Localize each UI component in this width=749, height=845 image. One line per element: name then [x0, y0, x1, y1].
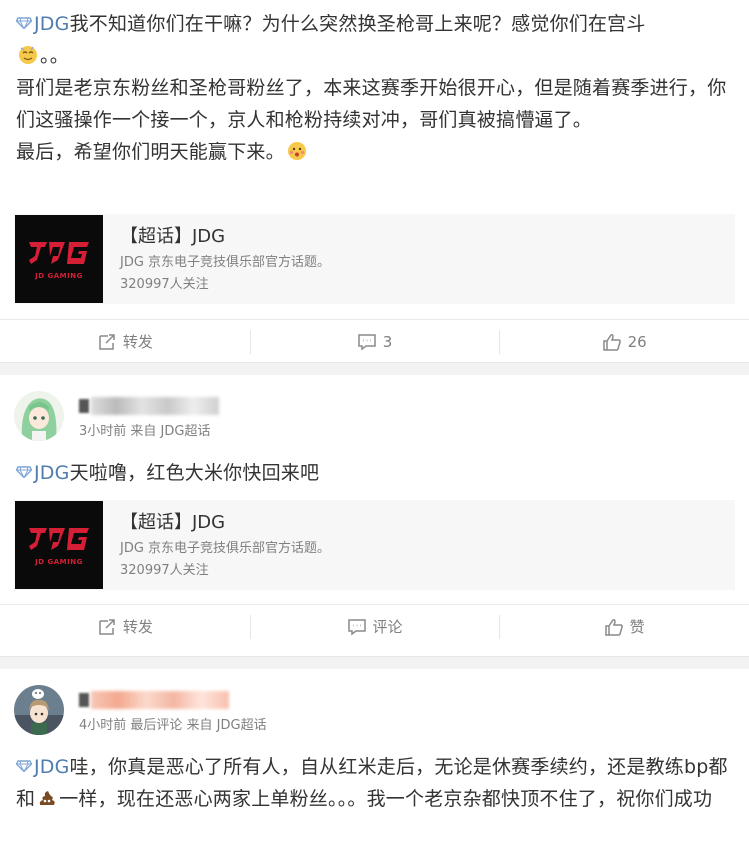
like-button[interactable]: 赞: [499, 605, 749, 648]
poop-emoji-icon: [40, 791, 55, 805]
thumbs-up-icon: [602, 333, 621, 351]
shy-face-emoji-icon: [287, 142, 306, 160]
weibo-post: JDG我不知道你们在干嘛？为什么突然换圣枪哥上来呢？感觉你们在宫斗 。。 哥们是…: [0, 0, 749, 363]
topic-card[interactable]: JD GAMING 【超话】JDG JDG 京东电子竞技俱乐部官方话题。 320…: [14, 214, 735, 304]
repost-label: 转发: [122, 618, 153, 636]
diamond-icon: [16, 17, 32, 29]
anime-boy-avatar-icon: [14, 685, 64, 735]
weibo-post: 3小时前 来自 JDG超话 JDG天啦噜，红色大米你快回来吧 JD GAMING…: [0, 375, 749, 657]
repost-icon: [99, 618, 115, 635]
repost-label: 转发: [122, 333, 153, 351]
comment-icon: [347, 618, 366, 635]
topic-link[interactable]: JDG: [16, 756, 70, 778]
blur-mask: [91, 691, 229, 709]
topic-tag: JDG: [34, 13, 70, 35]
like-label: 赞: [629, 618, 645, 636]
comment-label: 评论: [372, 618, 403, 636]
logo-caption: JD GAMING: [35, 272, 83, 280]
text-line: 一样，现在还恶心两家上单粉丝。。。我一个老京杂都快顶不住了，祝你们成功: [59, 788, 713, 810]
text-paragraph: 最后，希望你们明天能赢下来。: [16, 141, 285, 163]
blur-mask: [79, 693, 89, 707]
action-bar: 转发 3 26: [0, 319, 749, 363]
jdg-logo-icon: [29, 528, 89, 550]
diamond-icon: [16, 760, 32, 772]
post-text: JDG我不知道你们在干嘛？为什么突然换圣枪哥上来呢？感觉你们在宫斗 。。 哥们是…: [0, 8, 749, 168]
topic-link[interactable]: JDG: [16, 462, 70, 484]
comment-icon: [357, 333, 376, 350]
text-paragraph: 哥们是老京东粉丝和圣枪哥粉丝了，本来这赛季开始很开心，但是随着赛季进行，你们这骚…: [16, 77, 727, 131]
topic-card-title: 【超话】JDG: [120, 512, 226, 533]
text-line: 。。: [40, 45, 69, 67]
topic-card[interactable]: JD GAMING 【超话】JDG JDG 京东电子竞技俱乐部官方话题。 320…: [14, 500, 735, 590]
comment-count: 3: [382, 332, 393, 351]
blur-mask: [79, 399, 89, 413]
topic-link[interactable]: JDG: [16, 13, 70, 35]
topic-tag: JDG: [34, 462, 70, 484]
repost-button[interactable]: 转发: [0, 320, 250, 363]
comment-button[interactable]: 评论: [249, 605, 500, 648]
text-line: 天啦噜，红色大米你快回来吧: [69, 462, 320, 484]
avatar[interactable]: [14, 685, 64, 735]
like-count: 26: [627, 332, 647, 351]
text-line: 我不知道你们在干嘛？为什么突然换圣枪哥上来呢？感觉你们在宫斗: [69, 13, 646, 35]
jdg-logo: JD GAMING: [15, 501, 103, 589]
anime-girl-avatar-icon: [14, 391, 64, 441]
weibo-post: 4小时前 最后评论 来自 JDG超话 JDG哇，你真是恶心了所有人，自从红米走后…: [0, 669, 749, 845]
topic-card-followers: 320997人关注: [120, 277, 209, 292]
action-bar: 转发 评论 赞: [0, 604, 749, 648]
repost-button[interactable]: 转发: [0, 605, 250, 648]
topic-tag: JDG: [34, 756, 70, 778]
separator: [0, 657, 749, 669]
like-button[interactable]: 26: [499, 320, 749, 363]
post-meta: 3小时前 来自 JDG超话: [79, 424, 211, 439]
separator: [0, 363, 749, 375]
blur-mask: [91, 397, 219, 415]
jdg-logo-icon: [29, 242, 89, 264]
topic-card-desc: JDG 京东电子竞技俱乐部官方话题。: [120, 255, 331, 270]
diamond-icon: [16, 466, 32, 478]
topic-card-title: 【超话】JDG: [120, 226, 226, 247]
post-meta: 4小时前 最后评论 来自 JDG超话: [79, 718, 267, 733]
topic-card-followers: 320997人关注: [120, 563, 209, 578]
logo-caption: JD GAMING: [35, 558, 83, 566]
post-text: JDG天啦噜，红色大米你快回来吧: [0, 457, 749, 489]
dizzy-face-emoji-icon: [19, 46, 37, 64]
avatar[interactable]: [14, 391, 64, 441]
repost-icon: [99, 333, 115, 350]
comment-button[interactable]: 3: [249, 320, 500, 363]
username-blurred[interactable]: [79, 397, 219, 415]
post-text: JDG哇，你真是恶心了所有人，自从红米走后，无论是休赛季续约，还是教练bp都和一…: [0, 751, 749, 815]
topic-card-desc: JDG 京东电子竞技俱乐部官方话题。: [120, 541, 331, 556]
thumbs-up-icon: [604, 618, 623, 636]
username-blurred[interactable]: [79, 691, 229, 709]
jdg-logo: JD GAMING: [15, 215, 103, 303]
